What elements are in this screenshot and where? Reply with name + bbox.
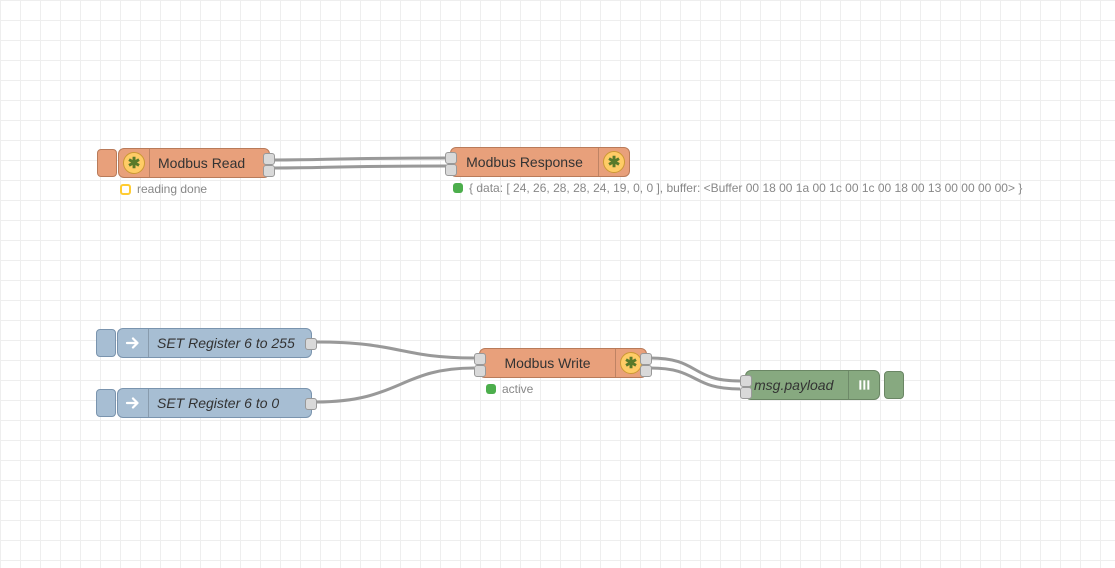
output-port[interactable] [305, 338, 317, 350]
debug-toggle-button[interactable] [884, 371, 904, 399]
node-debug-msg-payload[interactable]: msg.payload [745, 370, 880, 400]
input-port-2[interactable] [445, 164, 457, 176]
arrow-right-icon [124, 334, 142, 352]
inject-button-set-255[interactable] [96, 329, 116, 357]
node-status: reading done [120, 182, 207, 196]
output-port-2[interactable] [640, 365, 652, 377]
node-label: msg.payload [746, 377, 848, 393]
status-text: active [502, 382, 533, 396]
output-port[interactable] [640, 353, 652, 365]
status-dot-green [486, 384, 496, 394]
output-port[interactable] [305, 398, 317, 410]
node-modbus-write[interactable]: Modbus Write ✱ [479, 348, 647, 378]
node-modbus-response[interactable]: Modbus Response ✱ [450, 147, 630, 177]
node-status: active [486, 382, 533, 396]
node-label: SET Register 6 to 0 [149, 395, 287, 411]
output-port-2[interactable] [263, 165, 275, 177]
status-dot-green [453, 183, 463, 193]
status-text: reading done [137, 182, 207, 196]
node-icon [118, 389, 149, 417]
output-port[interactable] [263, 153, 275, 165]
input-port[interactable] [474, 353, 486, 365]
flow-canvas[interactable]: ✱ Modbus Read reading done Modbus Respon… [0, 0, 1115, 568]
asterisk-icon: ✱ [620, 352, 642, 374]
node-icon: ✱ [598, 148, 629, 176]
input-port[interactable] [445, 152, 457, 164]
node-label: Modbus Write [480, 355, 615, 371]
asterisk-icon: ✱ [123, 152, 145, 174]
input-port-2[interactable] [740, 387, 752, 399]
inject-button-modbus-read[interactable] [97, 149, 117, 177]
node-label: Modbus Read [150, 155, 253, 171]
node-set-register-0[interactable]: SET Register 6 to 0 [117, 388, 312, 418]
node-icon: ✱ [119, 149, 150, 177]
node-modbus-read[interactable]: ✱ Modbus Read [118, 148, 270, 178]
input-port[interactable] [740, 375, 752, 387]
node-set-register-255[interactable]: SET Register 6 to 255 [117, 328, 312, 358]
arrow-right-icon [124, 394, 142, 412]
asterisk-icon: ✱ [603, 151, 625, 173]
debug-icon [856, 377, 872, 393]
wires-layer [0, 0, 1115, 568]
node-label: Modbus Response [451, 154, 598, 170]
status-text: { data: [ 24, 26, 28, 28, 24, 19, 0, 0 ]… [469, 181, 1022, 195]
node-icon [848, 371, 879, 399]
node-label: SET Register 6 to 255 [149, 335, 303, 351]
inject-button-set-0[interactable] [96, 389, 116, 417]
node-icon [118, 329, 149, 357]
input-port-2[interactable] [474, 365, 486, 377]
node-status: { data: [ 24, 26, 28, 28, 24, 19, 0, 0 ]… [453, 181, 1022, 195]
status-dot-yellow [120, 184, 131, 195]
